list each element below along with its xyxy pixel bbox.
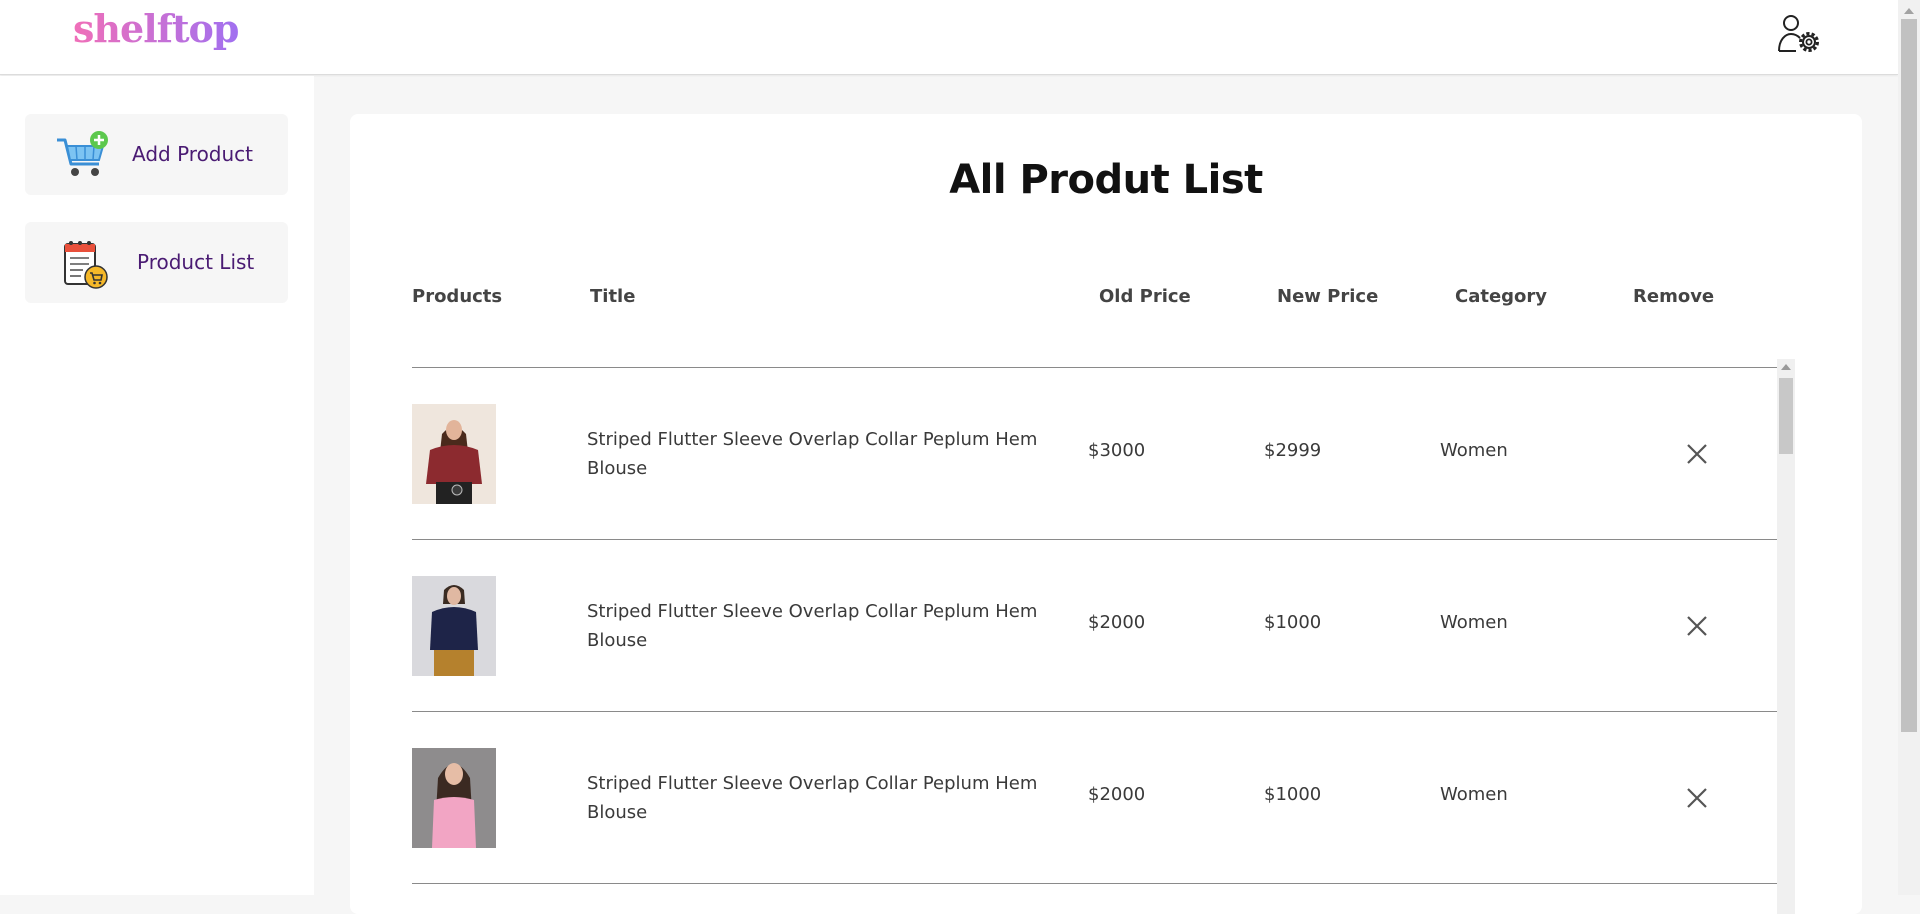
- product-list-panel: All Produt List Products Title Old Price…: [350, 114, 1862, 914]
- column-header-category: Category: [1455, 286, 1548, 307]
- scrollbar-thumb[interactable]: [1901, 19, 1917, 732]
- new-price: $2999: [1264, 440, 1322, 461]
- admin-gear-icon[interactable]: [1777, 13, 1823, 55]
- scroll-up-arrow-icon[interactable]: [1904, 8, 1914, 14]
- cart-add-icon: [57, 131, 108, 176]
- logo-text: shelftop: [73, 6, 239, 51]
- column-header-title: Title: [590, 286, 636, 307]
- woman-navy-sweater-thumbnail: [412, 576, 496, 676]
- scroll-up-arrow-icon[interactable]: [1781, 364, 1791, 370]
- page-scrollbar[interactable]: [1898, 0, 1920, 895]
- product-title: Striped Flutter Sleeve Overlap Collar Pe…: [587, 429, 1038, 479]
- sidebar-item-product-list[interactable]: Product List: [25, 222, 288, 303]
- woman-maroon-top-thumbnail: [412, 404, 496, 504]
- column-header-products: Products: [412, 286, 503, 307]
- table-row: Striped Flutter Sleeve Overlap Collar Pe…: [412, 540, 1777, 712]
- remove-icon[interactable]: [1685, 614, 1709, 638]
- shelftop-logo[interactable]: shelftop: [73, 6, 239, 51]
- remove-icon[interactable]: [1685, 786, 1709, 810]
- column-header-old-price: Old Price: [1099, 286, 1191, 307]
- table-row: Striped Flutter Sleeve Overlap Collar Pe…: [412, 712, 1777, 884]
- scrollbar-thumb[interactable]: [1779, 378, 1793, 454]
- category: Women: [1440, 784, 1508, 805]
- table-scrollbar[interactable]: [1777, 359, 1795, 914]
- product-title: Striped Flutter Sleeve Overlap Collar Pe…: [587, 601, 1038, 651]
- row-divider: [412, 883, 1777, 884]
- category: Women: [1440, 612, 1508, 633]
- product-title: Striped Flutter Sleeve Overlap Collar Pe…: [587, 773, 1038, 823]
- woman-pink-top-thumbnail: [412, 748, 496, 848]
- sidebar: Add Product Product List: [0, 76, 314, 895]
- category: Women: [1440, 440, 1508, 461]
- old-price: $2000: [1088, 612, 1146, 633]
- table-header: Products Title Old Price New Price Categ…: [412, 286, 1715, 316]
- list-cart-icon: [64, 241, 108, 289]
- old-price: $3000: [1088, 440, 1146, 461]
- sidebar-item-label: Add Product: [132, 142, 254, 166]
- column-header-remove: Remove: [1633, 286, 1715, 307]
- remove-icon[interactable]: [1685, 442, 1709, 466]
- page-title: All Produt List: [949, 157, 1263, 203]
- top-navbar: shelftop: [0, 0, 1898, 75]
- sidebar-item-label: Product List: [137, 250, 255, 274]
- product-table-body[interactable]: Striped Flutter Sleeve Overlap Collar Pe…: [412, 368, 1777, 914]
- table-row: Striped Flutter Sleeve Overlap Collar Pe…: [412, 368, 1777, 540]
- column-header-new-price: New Price: [1277, 286, 1379, 307]
- old-price: $2000: [1088, 784, 1146, 805]
- sidebar-item-add-product[interactable]: Add Product: [25, 114, 288, 195]
- new-price: $1000: [1264, 784, 1322, 805]
- new-price: $1000: [1264, 612, 1322, 633]
